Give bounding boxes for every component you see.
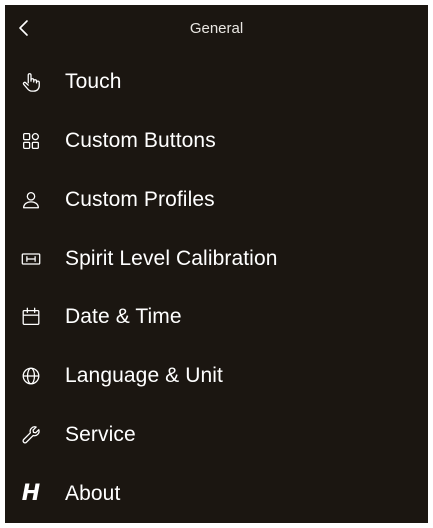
wrench-icon <box>19 423 43 447</box>
menu-item-label: Service <box>65 422 136 446</box>
menu-item-custom-profiles[interactable]: Custom Profiles <box>5 171 428 230</box>
menu-item-label: Touch <box>65 70 122 94</box>
page-title: General <box>189 20 244 37</box>
menu-item-label: Custom Buttons <box>65 129 216 153</box>
menu-item-touch[interactable]: Touch <box>5 53 428 112</box>
menu-item-custom-buttons[interactable]: Custom Buttons <box>5 112 428 171</box>
back-button[interactable] <box>11 15 37 41</box>
chevron-left-icon <box>19 20 28 36</box>
menu-item-language-unit[interactable]: Language & Unit <box>5 347 428 406</box>
globe-icon <box>19 364 43 388</box>
calendar-icon <box>19 305 43 329</box>
menu-item-label: Spirit Level Calibration <box>65 246 278 270</box>
settings-screen: General Touch Custom Buttons Custom Prof… <box>5 5 428 523</box>
menu-item-label: Date & Time <box>65 305 182 329</box>
header: General <box>5 5 428 49</box>
settings-menu: Touch Custom Buttons Custom Profiles Spi… <box>5 53 428 523</box>
grid-buttons-icon <box>19 129 43 153</box>
brand-h-glyph: H <box>21 480 41 506</box>
person-icon <box>19 188 43 212</box>
menu-item-date-time[interactable]: Date & Time <box>5 288 428 347</box>
spirit-level-icon <box>19 247 43 271</box>
menu-item-label: About <box>65 481 121 505</box>
menu-item-about[interactable]: H About <box>5 464 428 523</box>
touch-hand-icon <box>19 70 43 94</box>
menu-item-service[interactable]: Service <box>5 406 428 465</box>
brand-h-icon: H <box>19 482 43 506</box>
menu-item-label: Custom Profiles <box>65 187 215 211</box>
menu-item-spirit-level-calibration[interactable]: Spirit Level Calibration <box>5 229 428 288</box>
menu-item-label: Language & Unit <box>65 364 223 388</box>
